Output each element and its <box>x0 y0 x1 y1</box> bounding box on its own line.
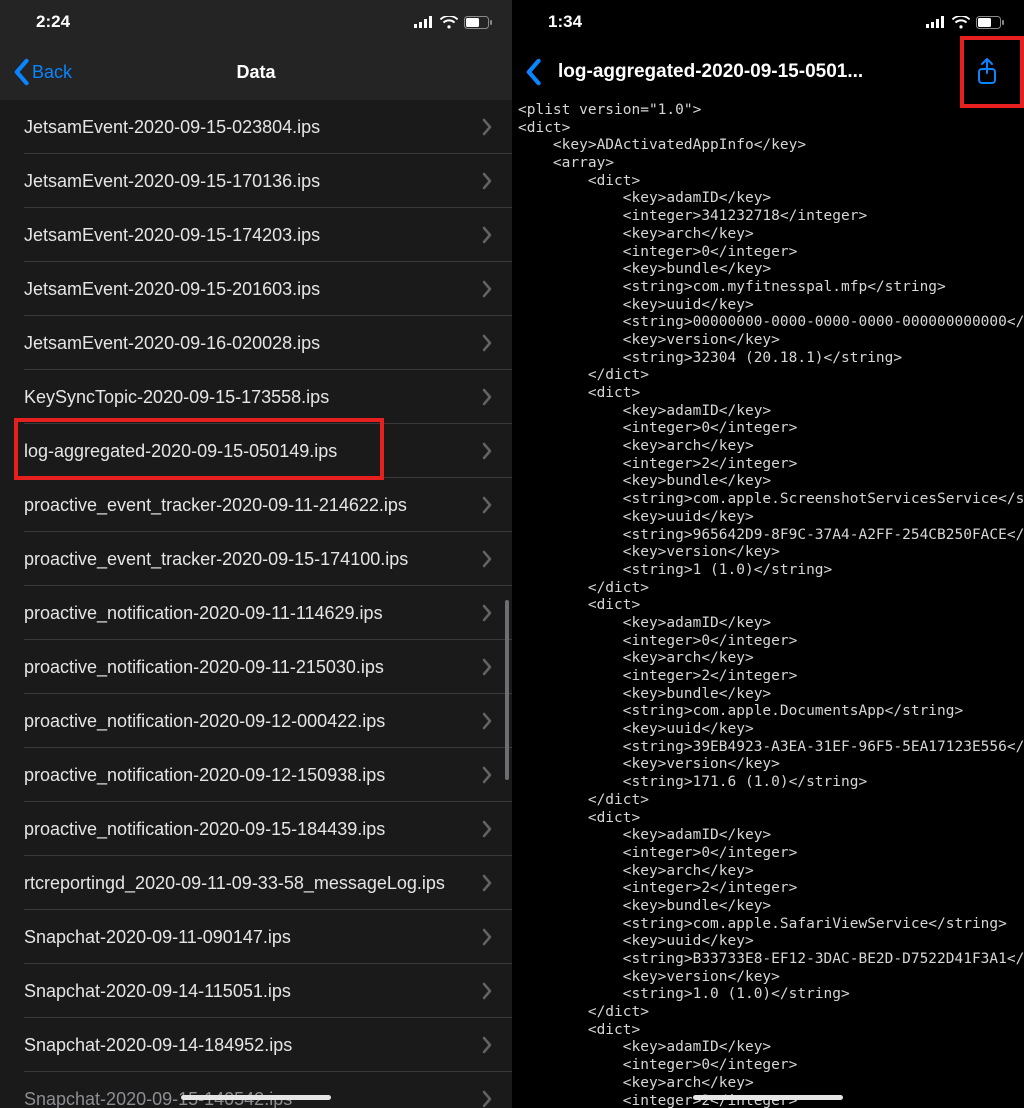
chevron-right-icon <box>482 820 492 838</box>
chevron-right-icon <box>482 658 492 676</box>
file-name: proactive_notification-2020-09-12-150938… <box>24 765 385 786</box>
cellular-signal-icon <box>414 16 434 28</box>
chevron-right-icon <box>482 1090 492 1108</box>
battery-icon <box>976 16 1004 29</box>
status-time: 1:34 <box>548 12 582 32</box>
nav-bar: log-aggregated-2020-09-15-0501... <box>512 44 1024 100</box>
file-row[interactable]: JetsamEvent-2020-09-15-174203.ips <box>0 208 512 262</box>
page-title: Data <box>0 62 512 83</box>
status-bar: 2:24 <box>0 0 512 44</box>
file-row[interactable]: Snapchat-2020-09-14-184952.ips <box>0 1018 512 1072</box>
home-indicator <box>181 1095 331 1100</box>
file-name: Snapchat-2020-09-14-184952.ips <box>24 1035 292 1056</box>
file-row[interactable]: Snapchat-2020-09-11-090147.ips <box>0 910 512 964</box>
status-time: 2:24 <box>36 12 70 32</box>
chevron-right-icon <box>482 766 492 784</box>
file-row[interactable]: log-aggregated-2020-09-15-050149.ips <box>0 424 512 478</box>
chevron-right-icon <box>482 550 492 568</box>
file-row[interactable]: proactive_notification-2020-09-11-114629… <box>0 586 512 640</box>
file-name: proactive_notification-2020-09-12-000422… <box>24 711 385 732</box>
chevron-right-icon <box>482 388 492 406</box>
wifi-icon <box>440 16 458 29</box>
file-row[interactable]: proactive_notification-2020-09-12-000422… <box>0 694 512 748</box>
file-row[interactable]: JetsamEvent-2020-09-15-170136.ips <box>0 154 512 208</box>
file-row[interactable]: KeySyncTopic-2020-09-15-173558.ips <box>0 370 512 424</box>
file-row[interactable]: proactive_notification-2020-09-11-215030… <box>0 640 512 694</box>
wifi-icon <box>952 16 970 29</box>
file-name: JetsamEvent-2020-09-16-020028.ips <box>24 333 320 354</box>
file-name: log-aggregated-2020-09-15-050149.ips <box>24 441 337 462</box>
chevron-right-icon <box>482 280 492 298</box>
file-name: KeySyncTopic-2020-09-15-173558.ips <box>24 387 329 408</box>
file-name: Snapchat-2020-09-14-115051.ips <box>24 981 291 1002</box>
chevron-right-icon <box>482 496 492 514</box>
status-bar: 1:34 <box>512 0 1024 44</box>
battery-icon <box>464 16 492 29</box>
share-button[interactable] <box>962 44 1012 100</box>
chevron-right-icon <box>482 874 492 892</box>
chevron-right-icon <box>482 1036 492 1054</box>
home-indicator <box>693 1095 843 1100</box>
back-button[interactable] <box>524 58 542 86</box>
nav-bar: Back Data <box>0 44 512 100</box>
chevron-right-icon <box>482 442 492 460</box>
back-button[interactable]: Back <box>12 58 72 86</box>
chevron-right-icon <box>482 226 492 244</box>
file-list: JetsamEvent-2020-09-15-023804.ips JetsamE… <box>0 100 512 1108</box>
file-name: JetsamEvent-2020-09-15-201603.ips <box>24 279 320 300</box>
file-name: JetsamEvent-2020-09-15-023804.ips <box>24 117 320 138</box>
file-name: JetsamEvent-2020-09-15-170136.ips <box>24 171 320 192</box>
chevron-right-icon <box>482 172 492 190</box>
file-row[interactable]: Snapchat-2020-09-15-140542.ips <box>0 1072 512 1108</box>
cellular-signal-icon <box>926 16 946 28</box>
file-row[interactable]: proactive_notification-2020-09-15-184439… <box>0 802 512 856</box>
file-name: proactive_event_tracker-2020-09-11-21462… <box>24 495 407 516</box>
chevron-right-icon <box>482 334 492 352</box>
back-label: Back <box>32 62 72 83</box>
status-icons <box>926 16 1004 29</box>
file-name: proactive_notification-2020-09-11-114629… <box>24 603 383 624</box>
page-title: log-aggregated-2020-09-15-0501... <box>558 61 962 83</box>
chevron-right-icon <box>482 928 492 946</box>
file-row[interactable]: Snapchat-2020-09-14-115051.ips <box>0 964 512 1018</box>
file-row[interactable]: JetsamEvent-2020-09-15-201603.ips <box>0 262 512 316</box>
file-row[interactable]: proactive_event_tracker-2020-09-11-21462… <box>0 478 512 532</box>
chevron-right-icon <box>482 118 492 136</box>
right-screenshot: 1:34 log-aggregated-2020-09-15-0501... <… <box>512 0 1024 1108</box>
chevron-right-icon <box>482 604 492 622</box>
file-row[interactable]: JetsamEvent-2020-09-15-023804.ips <box>0 100 512 154</box>
scrollbar[interactable] <box>505 600 509 780</box>
file-row[interactable]: proactive_notification-2020-09-12-150938… <box>0 748 512 802</box>
file-name: JetsamEvent-2020-09-15-174203.ips <box>24 225 320 246</box>
file-name: proactive_event_tracker-2020-09-15-17410… <box>24 549 408 570</box>
file-row[interactable]: JetsamEvent-2020-09-16-020028.ips <box>0 316 512 370</box>
file-name: proactive_notification-2020-09-11-215030… <box>24 657 384 678</box>
chevron-right-icon <box>482 712 492 730</box>
status-icons <box>414 16 492 29</box>
file-row[interactable]: rtcreportingd_2020-09-11-09-33-58_messag… <box>0 856 512 910</box>
file-name: rtcreportingd_2020-09-11-09-33-58_messag… <box>24 873 445 894</box>
left-screenshot: 2:24 Back Data JetsamEvent-2020-09-15-02… <box>0 0 512 1108</box>
file-name: proactive_notification-2020-09-15-184439… <box>24 819 385 840</box>
file-row[interactable]: proactive_event_tracker-2020-09-15-17410… <box>0 532 512 586</box>
file-name: Snapchat-2020-09-11-090147.ips <box>24 927 291 948</box>
chevron-right-icon <box>482 982 492 1000</box>
plist-content: <plist version="1.0"><dict> <key>ADActiv… <box>512 100 1024 1108</box>
